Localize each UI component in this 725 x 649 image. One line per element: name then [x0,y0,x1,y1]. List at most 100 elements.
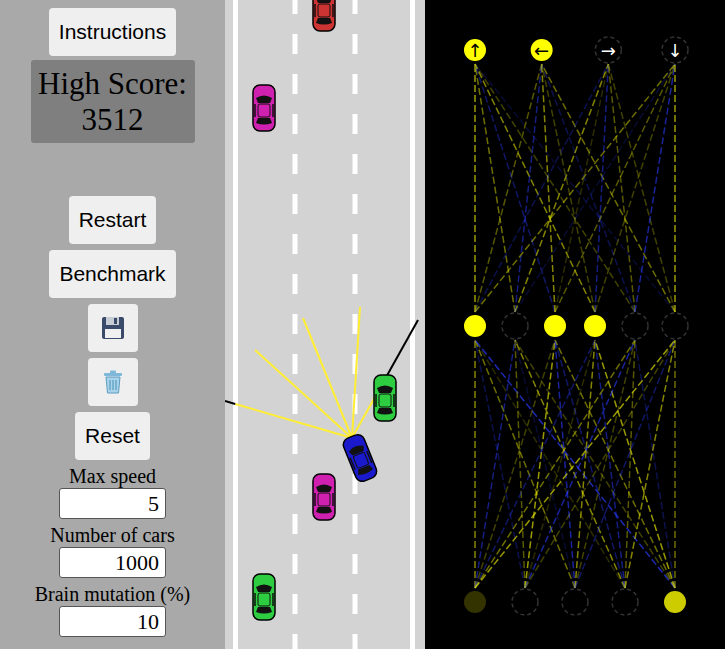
car-side-window [314,4,316,17]
network-edge [555,340,675,588]
network-edge [625,340,635,588]
input-node [464,591,486,613]
hidden-node [464,315,486,337]
car-side-window [332,493,334,506]
car-side-window [332,4,334,17]
car-side-window [393,394,395,407]
traffic-car [313,474,335,520]
high-score-value: 3512 [82,102,144,138]
car-side-window [254,104,256,117]
car-body [253,574,275,620]
car-windshield [256,585,272,593]
input-node [512,589,538,615]
field-label: Number of cars [50,523,174,547]
network-edge [475,340,595,588]
input-node-ground [512,589,538,615]
output-node [595,37,621,63]
field-input[interactable] [59,488,166,519]
output-node-ground [529,37,555,63]
hidden-node [662,313,688,339]
car-roof [353,452,369,469]
hidden-node-ground [622,313,648,339]
network-edge [475,64,675,312]
network-edge [515,64,542,312]
output-node [531,39,553,61]
field-input[interactable] [59,606,166,637]
network-edge [555,340,575,588]
network-edge [515,340,675,588]
lane-line [293,0,298,649]
network-edge [575,340,595,588]
car-body [313,0,335,31]
network-edge [475,64,555,312]
network-edge [475,340,515,588]
network-edge [635,64,675,312]
output-label: → [601,40,616,61]
network-edge [635,340,675,588]
control-panel: InstructionsHigh Score:3512 Restart Benchm… [0,0,225,649]
output-node-ground [462,37,488,63]
save-button[interactable] [88,304,138,352]
trash-handle [110,371,116,374]
trash-rib [109,380,110,390]
output-label: ↑ [467,40,482,61]
instructions-button[interactable]: Instructions [49,8,176,56]
output-node-ground [595,37,621,63]
car-body [341,433,379,484]
car-roof [318,493,330,506]
network-edge [515,340,575,588]
trash-can [106,377,120,393]
road-border [233,0,238,649]
network-edge [475,340,675,588]
output-node-ground [662,37,688,63]
network-view: ↑←→↓ [425,0,725,649]
network-edge [515,340,625,588]
network-edge [555,64,675,312]
floppy-label [105,329,121,338]
reset-button[interactable]: Reset [75,412,150,460]
network-edge [674,340,676,588]
floppy-disk-icon [100,315,126,341]
road-border [410,0,415,649]
car-side-window [375,394,377,407]
car-rear-window [316,507,332,514]
car-windshield [316,485,332,493]
car-body [253,85,275,131]
trash-rib [112,380,113,390]
car-roof [318,4,330,17]
network-edge [475,64,635,312]
car-windshield [316,0,332,3]
car-windshield [377,386,393,394]
network-edge [475,340,525,588]
network-edge [625,340,675,588]
trash-icon [100,369,126,395]
network-edge [555,64,608,312]
restart-button[interactable]: Restart [69,196,157,244]
network-edge [475,64,675,312]
hidden-node [622,313,648,339]
network-edge [525,340,675,588]
network-edge [608,64,635,312]
input-node-ground [462,589,488,615]
network-edge [674,64,676,312]
network-edge [475,340,575,588]
car-roof [258,593,270,606]
car-rear-window [256,118,272,125]
network-edge [474,340,476,588]
high-score: High Score:3512 [31,60,195,143]
network-edge [525,340,635,588]
network-edge [525,340,555,588]
car-side-window [272,104,274,117]
output-node [662,37,688,63]
field-input[interactable] [59,547,166,578]
benchmark-button[interactable]: Benchmark [49,250,175,298]
floppy-body [102,317,124,339]
sensor-ray-blocked [225,401,235,404]
network-edge [475,64,595,312]
network-edge [515,64,608,312]
hidden-node-ground [542,313,568,339]
car-roof [258,104,270,117]
delete-button[interactable] [88,358,138,406]
hidden-node-ground [502,313,528,339]
car-roof [379,394,391,407]
